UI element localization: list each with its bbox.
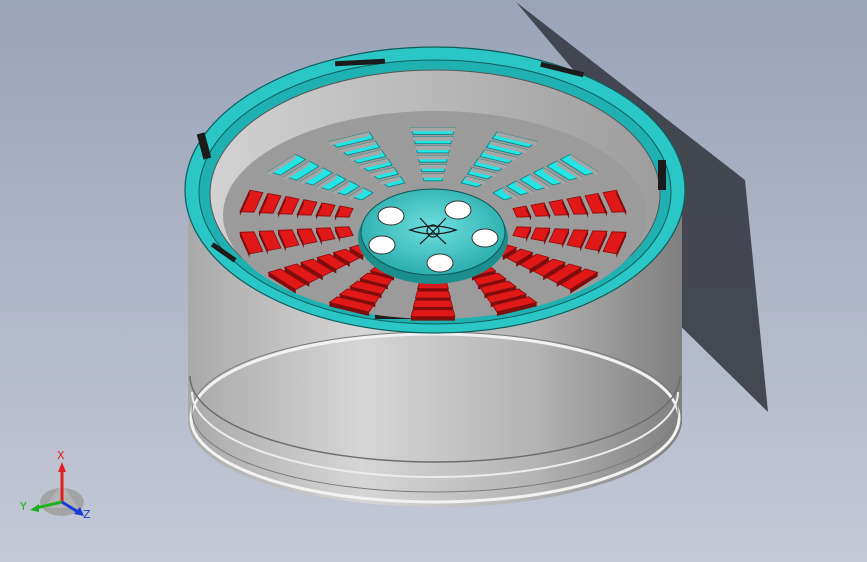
orientation-triad[interactable]: X Y Z <box>14 444 104 534</box>
lug-hole <box>377 206 405 226</box>
spoke-step-edge <box>411 316 455 321</box>
graphics-viewport[interactable]: X Y Z <box>0 0 867 562</box>
spoke-step-edge <box>413 136 453 141</box>
spoke-step <box>412 299 454 308</box>
spoke-step <box>414 290 452 299</box>
spoke-step-edge <box>422 174 444 178</box>
spoke-step-edge <box>419 164 447 169</box>
x-axis-label: X <box>57 449 65 462</box>
y-axis-arrow <box>30 504 39 512</box>
spoke-step-edge <box>417 155 449 160</box>
spoke-step-edge <box>411 127 455 132</box>
lug-hole <box>426 253 454 273</box>
hub <box>358 188 508 284</box>
lug-hole <box>471 228 499 248</box>
x-axis-arrow <box>58 462 66 472</box>
model-view[interactable] <box>0 0 867 562</box>
lug-hole <box>368 235 396 255</box>
lug-hole <box>444 200 472 220</box>
spoke-step <box>410 309 456 318</box>
z-axis-label: Z <box>83 508 91 521</box>
spoke-step-edge <box>415 146 451 150</box>
y-axis-label: Y <box>19 500 27 513</box>
